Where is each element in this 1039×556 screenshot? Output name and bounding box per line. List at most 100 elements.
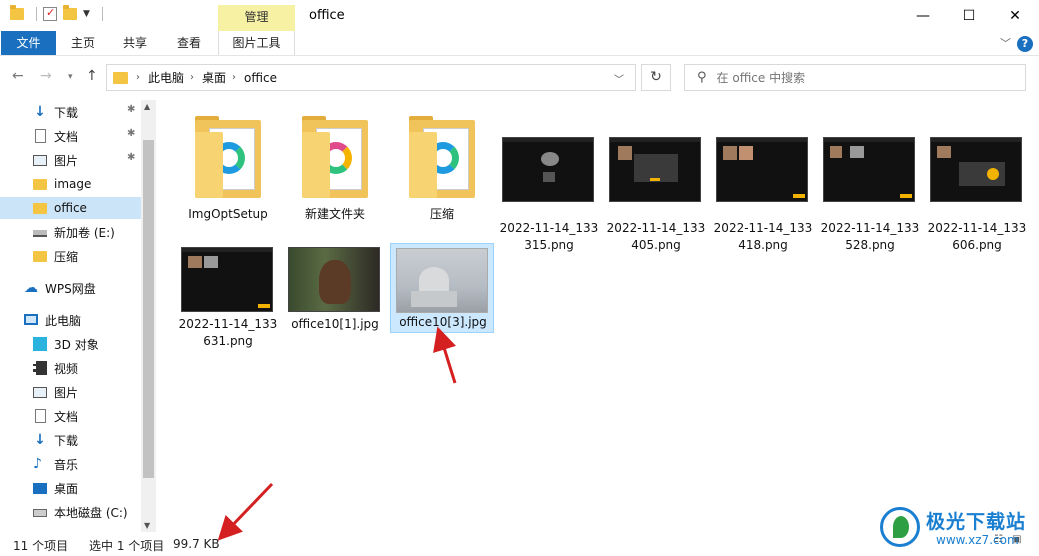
file-tile[interactable]: 2022-11-14_133 528.png [818, 114, 922, 252]
file-name: 2022-11-14_133 315.png [499, 221, 599, 252]
video-icon [33, 361, 47, 375]
file-name: 2022-11-14_133 405.png [606, 221, 706, 252]
sidebar-item-music[interactable]: ♪ 音乐 [0, 453, 141, 475]
file-tile[interactable]: ImgOptSetup [176, 114, 280, 221]
ribbon-tabs: 文件 主页 共享 查看 图片工具 ﹀ ? [0, 31, 1039, 56]
image-thumbnail [930, 137, 1022, 202]
sidebar-item-label: 本地磁盘 (C:) [54, 505, 128, 520]
sidebar-item-downloads-pc[interactable]: ↓ 下载 [0, 429, 141, 451]
file-tile[interactable]: 2022-11-14_133 606.png [925, 114, 1029, 252]
breadcrumb-office[interactable]: office [244, 71, 277, 85]
breadcrumb-separator-icon[interactable]: › [232, 72, 236, 83]
file-tile[interactable]: 2022-11-14_133 631.png [176, 234, 280, 348]
folder-icon [33, 251, 47, 262]
tab-picture-tools[interactable]: 图片工具 [218, 31, 295, 55]
sidebar-item-label: 下载 [54, 433, 79, 448]
sidebar-item-3d-objects[interactable]: 3D 对象 [0, 333, 141, 355]
divider [101, 7, 103, 21]
sidebar-item-label: 音乐 [54, 457, 79, 472]
close-icon[interactable]: ✕ [992, 0, 1038, 31]
context-tab-manage[interactable]: 管理 [218, 5, 295, 31]
back-icon[interactable]: ← [12, 68, 24, 84]
sidebar-item-image[interactable]: image [0, 173, 141, 195]
new-folder-icon[interactable] [63, 5, 77, 20]
minimize-icon[interactable]: — [900, 0, 946, 31]
file-tile[interactable]: 2022-11-14_133 315.png [497, 114, 601, 252]
properties-icon[interactable] [43, 6, 57, 21]
watermark-logo-icon [880, 507, 920, 547]
tab-share[interactable]: 共享 [111, 31, 159, 55]
maximize-icon[interactable]: ☐ [946, 0, 992, 31]
watermark-url: www.xz7.com [936, 533, 1019, 547]
desktop-icon [33, 483, 47, 494]
address-dropdown-icon[interactable]: ﹀ [614, 71, 624, 86]
breadcrumb-separator-icon[interactable]: › [136, 72, 140, 83]
drive-icon [33, 230, 47, 237]
help-icon[interactable]: ? [1017, 36, 1033, 52]
file-name: 压缩 [429, 207, 454, 221]
sidebar-item-desktop[interactable]: 桌面 [0, 477, 141, 499]
recent-dropdown-icon[interactable]: ▾ [68, 72, 73, 82]
pin-icon: ✱ [127, 128, 136, 139]
sidebar-scrollbar[interactable]: ▲ ▼ [141, 100, 156, 532]
picture-icon [33, 387, 47, 398]
tab-home[interactable]: 主页 [59, 31, 107, 55]
folder-icon[interactable] [10, 5, 24, 20]
file-name: 2022-11-14_133 528.png [820, 221, 920, 252]
tab-file[interactable]: 文件 [1, 31, 56, 55]
sidebar-item-wps-cloud[interactable]: ☁ WPS网盘 [0, 277, 141, 299]
file-tile[interactable]: 2022-11-14_133 418.png [711, 114, 815, 252]
breadcrumb-desktop[interactable]: 桌面 [202, 69, 226, 86]
breadcrumb-separator-icon[interactable]: › [190, 72, 194, 83]
sidebar-item-pictures[interactable]: 图片 ✱ [0, 149, 141, 171]
image-thumbnail [716, 137, 808, 202]
up-icon[interactable]: ↑ [86, 68, 98, 84]
file-tile[interactable]: 2022-11-14_133 405.png [604, 114, 708, 252]
address-bar[interactable]: › 此电脑 › 桌面 › office [106, 64, 636, 91]
file-tile[interactable]: 压缩 [390, 114, 494, 221]
sidebar-item-videos[interactable]: 视频 [0, 357, 141, 379]
watermark-title: 极光下载站 [926, 511, 1027, 533]
sidebar-item-label: 文档 [54, 129, 79, 144]
image-thumbnail [609, 137, 701, 202]
folder-icon [33, 179, 47, 190]
breadcrumb-this-pc[interactable]: 此电脑 [148, 69, 184, 86]
download-icon: ↓ [34, 104, 46, 120]
file-name: office10[3].jpg [399, 315, 487, 329]
sidebar-item-pictures-pc[interactable]: 图片 [0, 381, 141, 403]
sidebar-item-label: 此电脑 [45, 313, 82, 328]
title-bar: ▼ 管理 office — ☐ ✕ [0, 0, 1039, 31]
sidebar-item-this-pc[interactable]: 此电脑 [0, 309, 141, 331]
search-box[interactable]: ⚲ [684, 64, 1026, 91]
navigation-pane: ↓ 下载 ✱ 文档 ✱ 图片 ✱ image office 新加卷 (E:) 压… [0, 100, 156, 532]
refresh-icon[interactable]: ↻ [641, 64, 671, 91]
sidebar-item-local-disk-c[interactable]: 本地磁盘 (C:) [0, 501, 141, 523]
file-tile[interactable]: 新建文件夹 [283, 114, 387, 221]
file-tile-selected[interactable]: office10[3].jpg [390, 243, 494, 333]
sidebar-item-compressed[interactable]: 压缩 [0, 245, 141, 267]
sidebar-item-documents[interactable]: 文档 ✱ [0, 125, 141, 147]
tab-view[interactable]: 查看 [165, 31, 213, 55]
file-name: 2022-11-14_133 418.png [713, 221, 813, 252]
scroll-down-icon[interactable]: ▼ [144, 521, 150, 530]
sidebar-item-documents-pc[interactable]: 文档 [0, 405, 141, 427]
scrollbar-thumb[interactable] [143, 140, 154, 478]
customize-dropdown-icon[interactable]: ▼ [83, 9, 90, 19]
sidebar-item-office[interactable]: office [0, 197, 141, 219]
picture-icon [33, 155, 47, 166]
download-icon: ↓ [34, 432, 46, 448]
search-input[interactable] [716, 70, 1007, 85]
scroll-up-icon[interactable]: ▲ [144, 102, 150, 111]
sidebar-item-new-volume-e[interactable]: 新加卷 (E:) [0, 221, 141, 243]
sidebar-item-downloads[interactable]: ↓ 下载 ✱ [0, 101, 141, 123]
file-tile[interactable]: office10[1].jpg [283, 234, 387, 334]
hard-disk-icon [33, 509, 47, 517]
ribbon-expand-icon[interactable]: ﹀ [1000, 35, 1011, 51]
search-icon: ⚲ [697, 70, 707, 85]
folder-icon [113, 71, 128, 84]
forward-icon[interactable]: → [40, 68, 52, 84]
file-name: 2022-11-14_133 631.png [178, 317, 278, 348]
image-thumbnail [502, 137, 594, 202]
file-view: ImgOptSetup 新建文件夹 压缩 2022-11-14_133 315.… [156, 100, 1039, 532]
selection-count: 选中 1 个项目 [89, 539, 165, 553]
